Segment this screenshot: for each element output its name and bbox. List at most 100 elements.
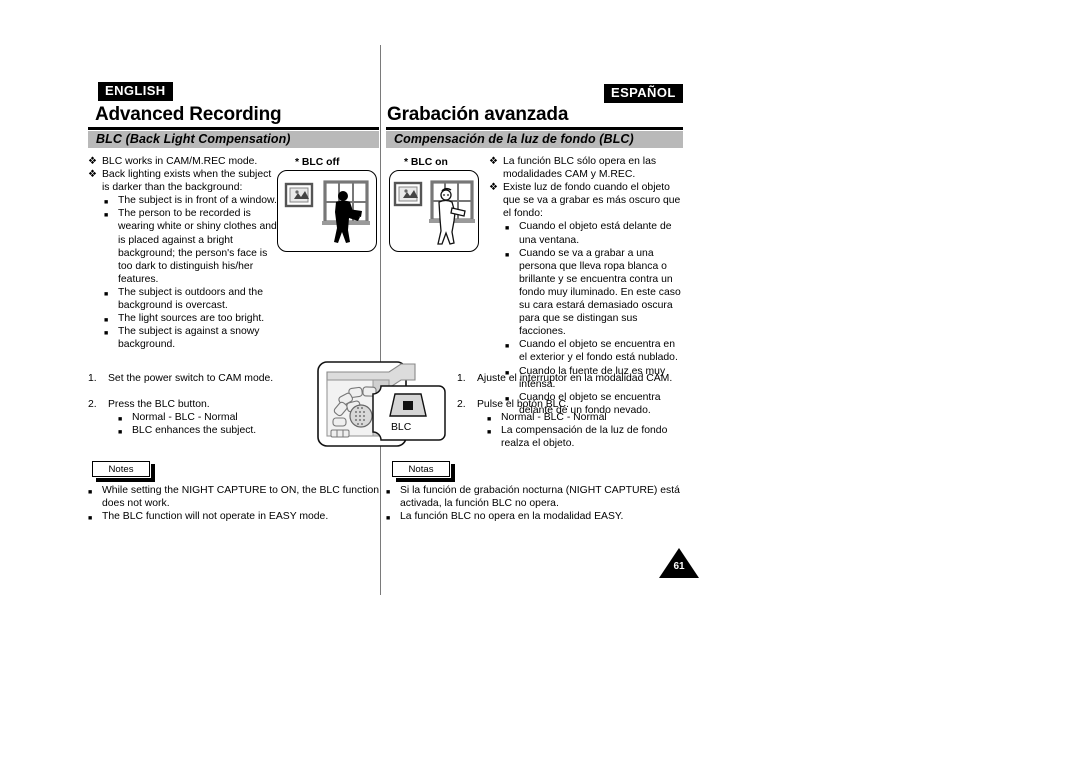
spanish-notes-label: Notas <box>392 461 455 482</box>
list-item: ■ Cuando se va a grabar a una persona que… <box>489 247 684 339</box>
note-item-text: While setting the NIGHT CAPTURE to ON, t… <box>102 485 379 510</box>
list-item-text: The light sources are too bright. <box>118 313 265 325</box>
step-sub-list: ■ Normal - BLC - Normal ■ La compensación d… <box>477 411 682 450</box>
note-item: ■ The BLC function will not operate in EA… <box>88 510 388 523</box>
step-item: 1. Set the power switch to CAM mode. <box>88 372 318 385</box>
list-item-text: The subject is in front of a window. <box>118 195 277 207</box>
spanish-badge: ESPAÑOL <box>604 84 683 103</box>
step-sub-text: BLC enhances the subject. <box>132 425 257 437</box>
square-bullet-icon: ■ <box>104 290 109 298</box>
spanish-steps-container: 1. Ajuste el interruptor en la modalidad … <box>457 372 682 450</box>
spanish-section-title: Compensación de la luz de fondo (BLC) <box>386 131 683 148</box>
square-bullet-icon: ■ <box>386 515 391 523</box>
spanish-notes-container: ■ Si la función de grabación nocturna (NI… <box>386 484 686 523</box>
step-item: 1. Ajuste el interruptor en la modalidad … <box>457 372 682 385</box>
list-item: ❖ La función BLC sólo opera en las modali… <box>489 155 684 181</box>
list-item-text: Cuando el objeto está delante de una ven… <box>519 221 672 246</box>
camcorder-svg <box>317 361 446 447</box>
english-intro-list-container: ❖ BLC works in CAM/M.REC mode. ❖ Back light… <box>88 155 278 351</box>
square-bullet-icon: ■ <box>118 429 123 437</box>
list-item: ❖ Existe luz de fondo cuando el objeto qu… <box>489 181 684 220</box>
list-item-text: The person to be recorded is wearing whi… <box>118 208 277 285</box>
spanish-steps-list: 1. Ajuste el interruptor en la modalidad … <box>457 372 682 450</box>
step-text: Set the power switch to CAM mode. <box>108 373 274 384</box>
square-bullet-icon: ■ <box>505 225 510 233</box>
step-text: Ajuste el interruptor en la modalidad CA… <box>477 373 673 384</box>
note-item: ■ Si la función de grabación nocturna (NI… <box>386 484 686 510</box>
list-item-text: Cuando se va a grabar a una persona que … <box>519 247 681 338</box>
step-sub-text: La compensación de la luz de fondo realz… <box>501 425 668 450</box>
list-item: ■ The light sources are too bright. <box>88 312 278 325</box>
step-item: 2. Pulse el botón BLC. ■ Normal - BLC - Nor… <box>457 398 682 450</box>
list-item: ■ Cuando el objeto está delante de una ve… <box>489 220 684 246</box>
list-item: ❖ BLC works in CAM/M.REC mode. <box>88 155 278 168</box>
list-item: ■ The person to be recorded is wearing wh… <box>88 207 278 286</box>
step-sub-item: ■ BLC enhances the subject. <box>108 424 318 437</box>
square-bullet-icon: ■ <box>104 212 109 220</box>
step-number: 2. <box>457 399 466 411</box>
english-notes-label: Notes <box>92 461 155 482</box>
diamond-bullet-icon: ❖ <box>489 182 498 194</box>
english-chapter-title: Advanced Recording <box>95 104 282 125</box>
english-intro-list: ❖ BLC works in CAM/M.REC mode. ❖ Back light… <box>88 155 278 351</box>
step-sub-item: ■ La compensación de la luz de fondo real… <box>477 424 682 450</box>
step-text: Pulse el botón BLC. <box>477 399 569 411</box>
list-item-text: Back lighting exists when the subject is… <box>102 169 272 194</box>
english-steps-container: 1. Set the power switch to CAM mode. 2. Pre… <box>88 372 318 437</box>
english-steps-list: 1. Set the power switch to CAM mode. 2. Pre… <box>88 372 318 437</box>
list-item: ■ The subject is in front of a window. <box>88 194 278 207</box>
step-sub-list: ■ Normal - BLC - Normal ■ BLC enhances the … <box>108 411 318 437</box>
note-item-text: Si la función de grabación nocturna (NIG… <box>400 485 680 510</box>
english-badge: ENGLISH <box>98 82 173 101</box>
square-bullet-icon: ■ <box>88 489 93 496</box>
list-item-text: La función BLC sólo opera en las modalid… <box>503 156 657 181</box>
spanish-notes-list: ■ Si la función de grabación nocturna (NI… <box>386 484 686 523</box>
page-number-text: 61 <box>673 561 685 572</box>
square-bullet-icon: ■ <box>104 330 109 338</box>
blc-off-illustration <box>277 170 377 252</box>
camcorder-blc-button-label: BLC <box>391 422 412 433</box>
english-section-title: BLC (Back Light Compensation) <box>88 131 379 148</box>
blc-on-label: * BLC on <box>404 157 448 168</box>
step-number: 1. <box>457 373 466 384</box>
page-number-badge: 61 <box>659 548 699 578</box>
step-number: 1. <box>88 373 97 384</box>
step-sub-item: ■ Normal - BLC - Normal <box>108 411 318 424</box>
step-sub-text: Normal - BLC - Normal <box>501 412 607 424</box>
spanish-chapter-title: Grabación avanzada <box>387 104 569 125</box>
list-item: ■ Cuando el objeto se encuentra en el ext… <box>489 338 684 364</box>
list-item: ■ The subject is outdoors and the backgro… <box>88 286 278 312</box>
step-text: Press the BLC button. <box>108 399 210 411</box>
note-item: ■ While setting the NIGHT CAPTURE to ON, … <box>88 484 388 510</box>
diamond-bullet-icon: ❖ <box>88 156 97 167</box>
english-notes-list: ■ While setting the NIGHT CAPTURE to ON, … <box>88 484 388 523</box>
list-item-text: The subject is against a snowy backgroun… <box>118 326 260 351</box>
note-item: ■ La función BLC no opera en la modalidad… <box>386 510 686 523</box>
blc-on-illustration <box>389 170 479 252</box>
list-item-text: Existe luz de fondo cuando el objeto que… <box>503 182 681 220</box>
square-bullet-icon: ■ <box>505 251 510 259</box>
square-bullet-icon: ■ <box>88 515 93 523</box>
list-item-text: Cuando el objeto se encuentra en el exte… <box>519 339 678 364</box>
note-item-text: La función BLC no opera en la modalidad … <box>400 511 624 523</box>
square-bullet-icon: ■ <box>505 343 510 351</box>
step-sub-text: Normal - BLC - Normal <box>132 412 238 424</box>
manual-page: ENGLISH ESPAÑOL Advanced Recording Graba… <box>0 0 1080 763</box>
english-notes-container: ■ While setting the NIGHT CAPTURE to ON, … <box>88 484 388 523</box>
step-number: 2. <box>88 399 97 411</box>
list-item-text: BLC works in CAM/M.REC mode. <box>102 156 258 167</box>
camcorder-illustration: BLC <box>313 350 448 460</box>
blc-on-scene-svg <box>393 180 475 245</box>
step-sub-item: ■ Normal - BLC - Normal <box>477 411 682 424</box>
diamond-bullet-icon: ❖ <box>489 156 498 167</box>
note-item-text: The BLC function will not operate in EAS… <box>102 511 329 523</box>
english-title-rule <box>88 127 379 130</box>
spanish-title-rule <box>386 127 683 130</box>
square-bullet-icon: ■ <box>487 429 492 437</box>
square-bullet-icon: ■ <box>386 489 391 496</box>
blc-off-label: * BLC off <box>295 157 340 168</box>
list-item: ❖ Back lighting exists when the subject i… <box>88 168 278 194</box>
diamond-bullet-icon: ❖ <box>88 169 97 181</box>
list-item-text: The subject is outdoors and the backgrou… <box>118 286 263 312</box>
step-item: 2. Press the BLC button. ■ Normal - BLC - N… <box>88 398 318 437</box>
